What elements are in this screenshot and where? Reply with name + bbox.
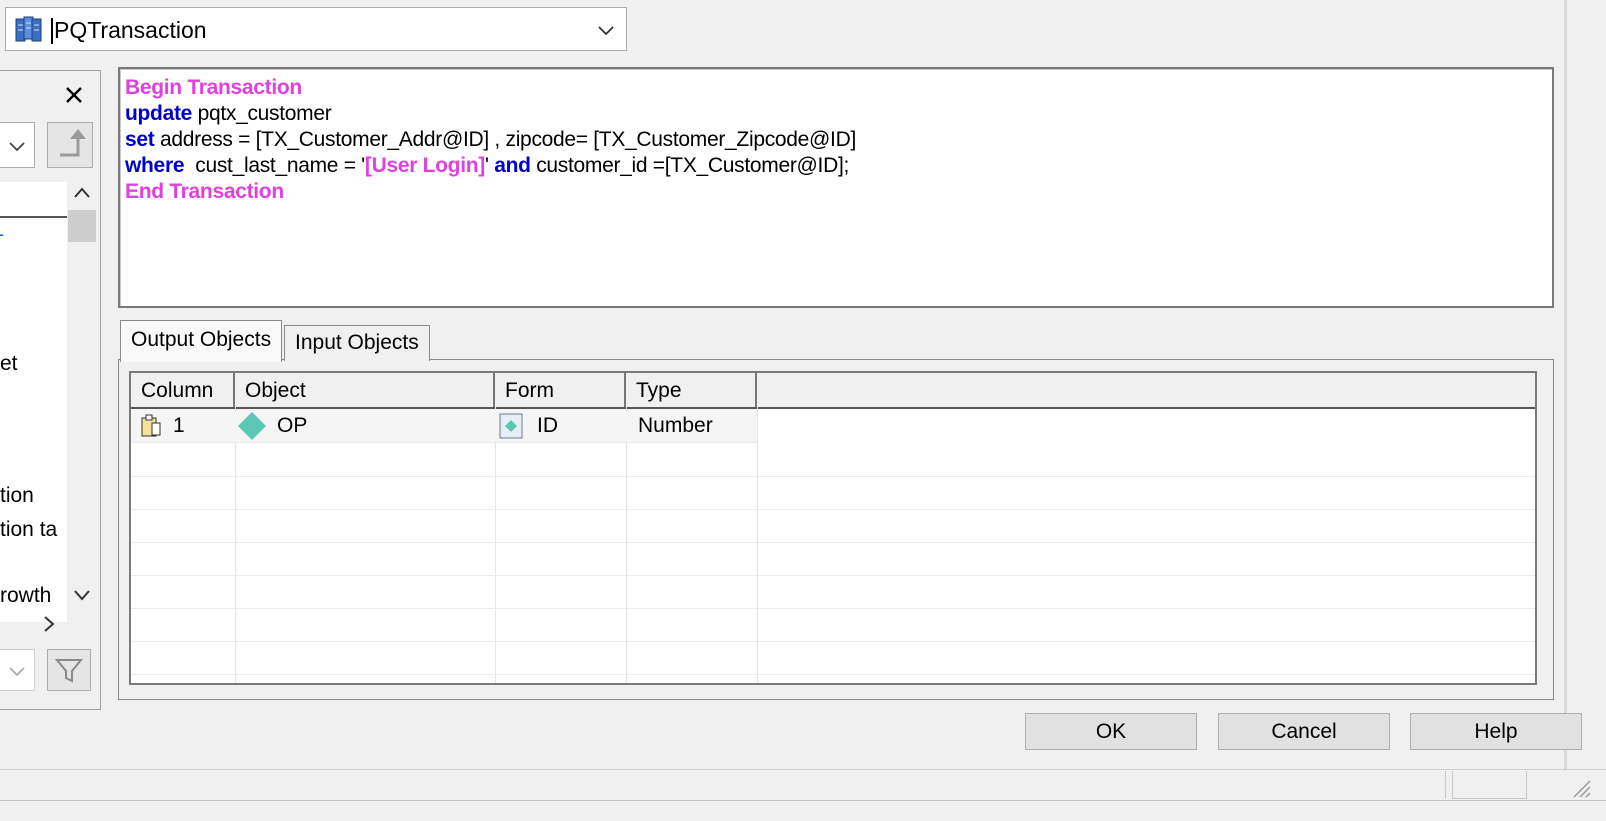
sql-line: Begin Transaction <box>125 75 1552 101</box>
table-row[interactable] <box>131 641 1535 675</box>
chevron-up-icon[interactable] <box>72 184 92 202</box>
table-row[interactable]: 1 OP ID Number <box>131 409 757 443</box>
help-button[interactable]: Help <box>1410 713 1582 750</box>
sql-text: customer_id =[TX_Customer@ID]; <box>530 154 850 177</box>
transaction-select[interactable]: PQTransaction <box>5 7 627 51</box>
sql-keyword: where <box>125 154 185 177</box>
chevron-down-icon <box>9 667 25 677</box>
sql-text: ' <box>484 154 495 177</box>
text-cursor <box>51 18 53 44</box>
tab-input-objects[interactable]: Input Objects <box>284 325 430 361</box>
close-icon[interactable] <box>62 83 86 107</box>
sql-keyword: and <box>494 154 531 177</box>
table-row[interactable] <box>131 509 1535 543</box>
column-header-type[interactable]: Type <box>626 373 757 407</box>
sql-line: update pqtx_customer <box>125 101 1552 127</box>
status-bar <box>0 769 1606 801</box>
left-vertical-scrollbar[interactable] <box>67 182 98 622</box>
left-list-header <box>0 182 67 218</box>
window-bottom-edge <box>0 800 1606 821</box>
chevron-down-icon[interactable] <box>596 20 616 40</box>
cell-object: OP <box>277 414 308 437</box>
sql-line: set address = [TX_Customer_Addr@ID] , zi… <box>125 127 1552 153</box>
arrow-up-icon <box>60 129 86 157</box>
table-row[interactable] <box>131 476 1535 510</box>
status-separator <box>1445 771 1446 799</box>
cancel-button[interactable]: Cancel <box>1218 713 1390 750</box>
database-icon <box>15 16 42 42</box>
list-item[interactable]: et <box>0 352 18 376</box>
status-pane <box>1452 771 1527 799</box>
tab-output-objects[interactable]: Output Objects <box>120 320 283 362</box>
list-item[interactable]: tion <box>0 484 34 508</box>
ok-button[interactable]: OK <box>1025 713 1197 750</box>
list-item[interactable]: rowth <box>0 584 51 608</box>
filter-icon <box>54 659 84 683</box>
chevron-down-icon <box>9 142 25 152</box>
sql-line: End Transaction <box>125 179 1552 205</box>
cell-column: 1 <box>173 414 185 437</box>
sql-text: cust_last_name = ' <box>184 154 365 177</box>
form-field-icon <box>499 413 523 439</box>
list-item-marker: - <box>0 222 4 246</box>
filter-button[interactable] <box>47 649 91 691</box>
left-filter-select[interactable] <box>0 649 35 691</box>
sql-text: address = [TX_Customer_Addr@ID] , zipcod… <box>154 128 856 151</box>
sql-text: pqtx_customer <box>192 102 332 125</box>
cell-form: ID <box>537 414 558 437</box>
left-panel-select[interactable] <box>0 122 35 168</box>
left-scroll-thumb[interactable] <box>68 210 96 242</box>
column-header-column[interactable]: Column <box>131 373 235 407</box>
diamond-icon <box>238 412 266 440</box>
sql-keyword: [User Login] <box>364 154 485 177</box>
cell-type: Number <box>638 414 713 437</box>
sql-keyword: End Transaction <box>125 180 284 203</box>
column-header-form[interactable]: Form <box>495 373 626 407</box>
objects-grid[interactable]: Column Object Form Type 1 OP ID Number <box>129 371 1537 685</box>
clipboard-icon <box>141 414 161 437</box>
resize-grip-icon[interactable] <box>1568 775 1592 799</box>
table-row[interactable] <box>131 608 1535 642</box>
sql-keyword: Begin Transaction <box>125 76 302 99</box>
sql-keyword: set <box>125 128 155 151</box>
sql-keyword: update <box>125 102 193 125</box>
grid-header: Column Object Form Type <box>131 373 1535 409</box>
sql-editor[interactable]: Begin Transaction update pqtx_customer set… <box>118 67 1554 308</box>
table-row[interactable] <box>131 542 1535 576</box>
sql-code: Begin Transaction update pqtx_customer set… <box>125 75 1552 205</box>
sql-line: where cust_last_name = '[User Login]' an… <box>125 153 1552 179</box>
list-item[interactable]: tion ta <box>0 518 57 542</box>
chevron-down-icon[interactable] <box>72 586 92 604</box>
navigate-up-button[interactable] <box>47 122 93 168</box>
window-right-edge <box>1564 0 1567 800</box>
column-header-object[interactable]: Object <box>235 373 495 407</box>
table-row[interactable] <box>131 443 1535 477</box>
transaction-select-value: PQTransaction <box>54 17 207 43</box>
left-panel-list[interactable]: - et tion tion ta rowth <box>0 182 67 622</box>
table-row[interactable] <box>131 575 1535 609</box>
chevron-right-icon[interactable] <box>40 614 58 634</box>
